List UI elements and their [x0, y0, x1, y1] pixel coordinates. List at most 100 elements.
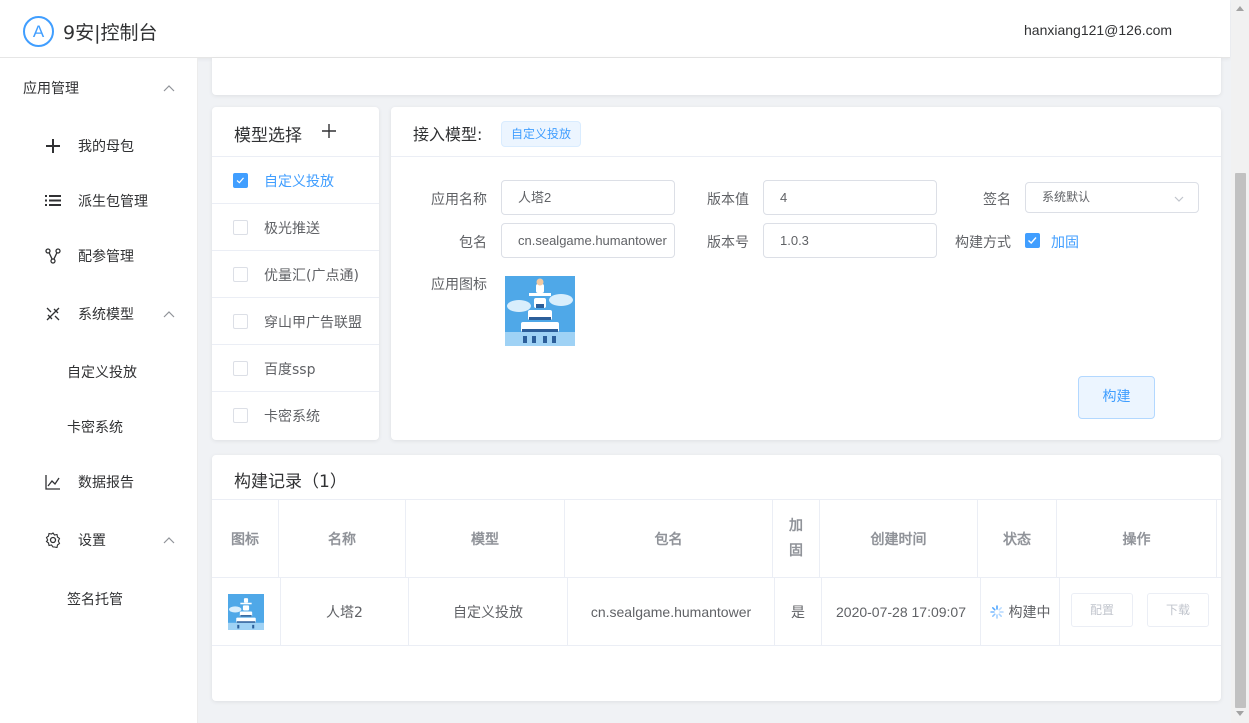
sidebar-item-derived-packages[interactable]: 派生包管理 — [0, 179, 198, 223]
model-checkbox[interactable] — [233, 408, 248, 423]
column-header-actions: 操作 — [1057, 500, 1217, 577]
sidebar-item-label: 应用管理 — [23, 81, 79, 97]
sidebar-item-label: 我的母包 — [78, 139, 134, 155]
logo-icon[interactable]: A — [23, 16, 54, 47]
chevron-up-icon — [163, 537, 175, 544]
sidebar-item-my-base-package[interactable]: 我的母包 — [0, 124, 198, 168]
column-header-name: 名称 — [279, 500, 406, 577]
sidebar-item-label: 数据报告 — [78, 475, 134, 491]
selected-model-tag: 自定义投放 — [501, 121, 582, 147]
column-header-created: 创建时间 — [820, 500, 978, 577]
model-option-pangle[interactable]: 穿山甲广告联盟 — [212, 298, 379, 345]
build-button[interactable]: 构建 — [1078, 376, 1155, 419]
human-tower-icon — [505, 276, 575, 346]
row-hardened: 是 — [775, 578, 822, 646]
model-option-baidu-ssp[interactable]: 百度ssp — [212, 345, 379, 392]
chevron-down-icon — [1174, 196, 1184, 202]
download-button[interactable]: 下载 — [1147, 593, 1209, 627]
model-option-label: 极光推送 — [264, 221, 320, 237]
checkmark-icon — [236, 177, 244, 184]
records-title: 构建记录（1） — [234, 472, 347, 492]
row-created-time: 2020-07-28 17:09:07 — [822, 578, 981, 646]
sidebar-item-label: 设置 — [78, 533, 106, 549]
scrollbar-thumb[interactable] — [1235, 173, 1246, 708]
model-option-custom-delivery[interactable]: 自定义投放 — [212, 157, 379, 204]
model-option-jpush[interactable]: 极光推送 — [212, 204, 379, 251]
app-icon-image[interactable] — [505, 276, 575, 346]
model-select-title: 模型选择 — [234, 126, 302, 146]
version-code-label: 版本值 — [707, 192, 749, 208]
package-label: 包名 — [459, 235, 487, 251]
row-model: 自定义投放 — [409, 578, 568, 646]
sidebar: 应用管理 我的母包 派生包管理 配参管理 系统模型 自定义投放 卡密系统 数据报… — [0, 58, 198, 723]
sidebar-item-label: 系统模型 — [78, 307, 134, 323]
list-icon — [45, 195, 61, 206]
column-header-icon: 图标 — [212, 500, 279, 577]
model-option-card-system[interactable]: 卡密系统 — [212, 392, 379, 439]
chart-line-icon — [45, 475, 60, 490]
version-name-label: 版本号 — [707, 235, 749, 251]
chevron-up-icon — [163, 85, 175, 92]
sidebar-item-config-params[interactable]: 配参管理 — [0, 234, 198, 278]
loading-spinner-icon — [989, 605, 1004, 619]
gear-icon — [45, 532, 61, 548]
column-header-status: 状态 — [978, 500, 1057, 577]
model-checkbox[interactable] — [233, 361, 248, 376]
model-option-label: 百度ssp — [264, 362, 316, 378]
scroll-up-arrow-icon[interactable] — [1236, 6, 1244, 11]
table-row[interactable]: 人塔2 自定义投放 cn.sealgame.humantower 是 2020-… — [212, 578, 1217, 646]
model-checkbox[interactable] — [233, 314, 248, 329]
sidebar-item-system-models[interactable]: 系统模型 — [0, 292, 198, 336]
model-option-label: 优量汇(广点通) — [264, 268, 359, 284]
top-card — [212, 58, 1221, 95]
model-option-label: 卡密系统 — [264, 409, 320, 425]
sidebar-item-data-reports[interactable]: 数据报告 — [0, 460, 198, 504]
model-select-header: 模型选择 — [212, 107, 379, 157]
share-nodes-icon — [45, 248, 61, 264]
add-model-plus-icon[interactable] — [321, 123, 337, 139]
build-records-panel: 构建记录（1） 图标 名称 模型 包名 加固 创建时间 状态 操作 人塔2 自定… — [212, 455, 1221, 701]
sidebar-item-app-management[interactable]: 应用管理 — [0, 66, 198, 110]
row-name: 人塔2 — [281, 578, 409, 646]
config-button[interactable]: 配置 — [1071, 593, 1133, 627]
sign-select[interactable]: 系统默认 — [1025, 182, 1199, 213]
checkmark-icon — [1028, 237, 1037, 245]
row-icon-cell — [212, 578, 281, 646]
user-email[interactable]: hanxiang121@126.com — [1024, 22, 1172, 38]
sidebar-item-label: 签名托管 — [67, 592, 123, 608]
human-tower-icon — [228, 594, 264, 630]
model-option-ylh[interactable]: 优量汇(广点通) — [212, 251, 379, 298]
model-checkbox[interactable] — [233, 220, 248, 235]
plus-icon — [46, 139, 60, 153]
sidebar-item-label: 派生包管理 — [78, 194, 148, 210]
model-checkbox[interactable] — [233, 173, 248, 188]
column-header-model: 模型 — [406, 500, 565, 577]
tools-icon — [46, 307, 60, 321]
row-status-text: 构建中 — [1008, 605, 1051, 621]
version-code-input[interactable]: 4 — [763, 180, 937, 215]
app-title[interactable]: 9安|控制台 — [63, 18, 158, 45]
sidebar-subitem-custom-delivery[interactable]: 自定义投放 — [0, 350, 198, 394]
scroll-down-arrow-icon[interactable] — [1236, 711, 1244, 716]
model-option-label: 自定义投放 — [264, 174, 334, 190]
column-header-package: 包名 — [565, 500, 773, 577]
app-name-label: 应用名称 — [431, 192, 487, 208]
column-header-hardened: 加固 — [773, 500, 820, 577]
sidebar-item-label: 配参管理 — [78, 249, 134, 265]
harden-option-label[interactable]: 加固 — [1051, 232, 1079, 252]
harden-checkbox[interactable] — [1025, 233, 1040, 248]
sign-label: 签名 — [983, 192, 1011, 208]
sidebar-item-settings[interactable]: 设置 — [0, 518, 198, 562]
build-mode-label: 构建方式 — [955, 235, 1011, 251]
app-name-input[interactable]: 人塔2 — [501, 180, 675, 215]
model-option-label: 穿山甲广告联盟 — [264, 315, 362, 331]
top-header: A 9安|控制台 hanxiang121@126.com — [0, 0, 1230, 58]
version-name-input[interactable]: 1.0.3 — [763, 223, 937, 258]
package-input[interactable]: cn.sealgame.humantower — [501, 223, 675, 258]
sidebar-subitem-card-system[interactable]: 卡密系统 — [0, 405, 198, 449]
sidebar-item-label: 自定义投放 — [67, 365, 137, 381]
sign-select-value: 系统默认 — [1042, 190, 1091, 204]
row-status: 构建中 — [981, 578, 1060, 646]
model-checkbox[interactable] — [233, 267, 248, 282]
sidebar-subitem-signature-hosting[interactable]: 签名托管 — [0, 577, 198, 621]
